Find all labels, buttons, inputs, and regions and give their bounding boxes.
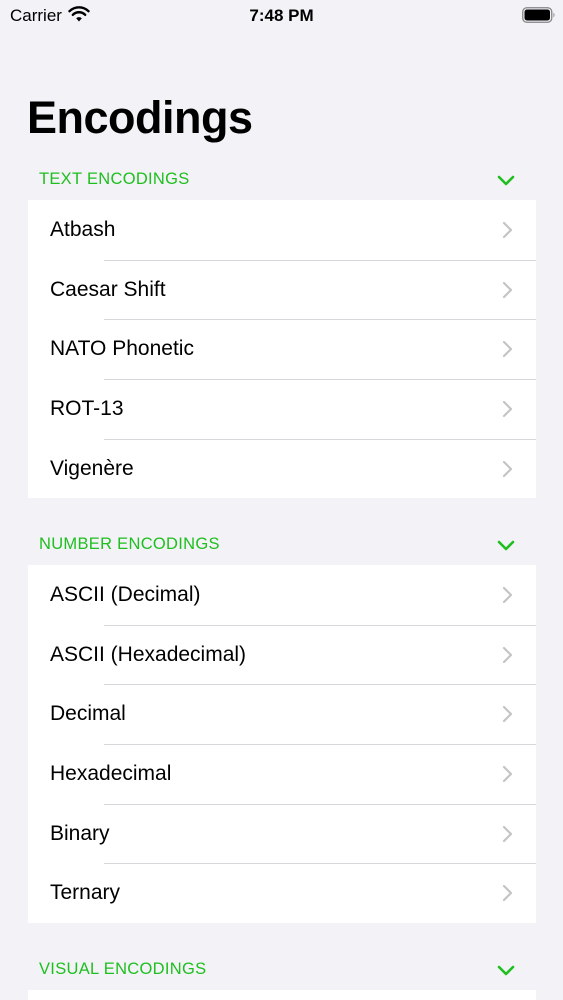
page-title: Encodings [27,92,253,143]
list-item-rot-13[interactable]: ROT-13 [28,379,536,439]
list-item-ascii-decimal[interactable]: ASCII (Decimal) [28,565,536,625]
chevron-right-icon [502,765,513,783]
list-item-label: Decimal [50,702,126,726]
list-item-decimal[interactable]: Decimal [28,684,536,744]
chevron-right-icon [502,221,513,238]
chevron-right-icon [502,341,513,358]
list-item-ternary[interactable]: Ternary [28,863,536,923]
list-item-label: Caesar Shift [50,277,166,301]
section-header[interactable]: NUMBER ENCODINGS [0,525,563,565]
list-item-label: ROT-13 [50,396,124,420]
chevron-down-icon[interactable] [496,173,516,187]
list-item-label: Atbash [50,217,116,241]
chevron-right-icon [502,885,513,902]
list-item-vigenere[interactable]: Vigenère [28,438,536,499]
chevron-right-icon [502,281,513,298]
list-item-binary[interactable]: Binary [28,803,536,864]
screen: Carrier 7:48 PM Encodings TEXT ENCODINGS… [0,0,563,1000]
section-visual-encodings: VISUAL ENCODINGS [0,950,563,1000]
section-header[interactable]: TEXT ENCODINGS [0,160,563,200]
section-header[interactable]: VISUAL ENCODINGS [0,950,563,990]
list-item-label: NATO Phonetic [50,337,194,361]
section-text-encodings: TEXT ENCODINGS Atbash Caesar Shift NATO … [0,160,563,499]
battery-icon [522,7,555,23]
chevron-right-icon [502,646,513,663]
list-item-label: Binary [50,821,110,845]
list-item-label: Hexadecimal [50,761,172,785]
chevron-right-icon [502,825,513,842]
section-title: TEXT ENCODINGS [39,170,190,188]
list-item-caesar-shift[interactable]: Caesar Shift [28,259,536,320]
list-text-encodings: Atbash Caesar Shift NATO Phonetic ROT-13… [28,200,536,499]
list-number-encodings: ASCII (Decimal) ASCII (Hexadecimal) Deci… [28,565,536,924]
chevron-down-icon[interactable] [496,963,516,977]
status-time: 7:48 PM [249,6,314,25]
chevron-right-icon [502,586,513,603]
list-item-atbash[interactable]: Atbash [28,200,536,260]
list-item-label: ASCII (Decimal) [50,582,201,606]
chevron-right-icon [502,706,513,723]
list-visual-encodings [28,990,536,1000]
section-title: NUMBER ENCODINGS [39,535,220,553]
list-item-label: ASCII (Hexadecimal) [50,642,247,666]
chevron-down-icon[interactable] [496,538,516,552]
status-bar: Carrier 7:48 PM [0,0,563,30]
chevron-right-icon [502,460,513,477]
section-title: VISUAL ENCODINGS [39,960,207,978]
list-item-hexadecimal[interactable]: Hexadecimal [28,744,536,804]
list-item-ascii-hexadecimal[interactable]: ASCII (Hexadecimal) [28,624,536,685]
section-number-encodings: NUMBER ENCODINGS ASCII (Decimal) ASCII (… [0,525,563,924]
list-item-label: Ternary [50,881,121,905]
list-item-nato-phonetic[interactable]: NATO Phonetic [28,319,536,379]
list-item-label: Vigenère [50,456,134,480]
chevron-right-icon [502,400,513,418]
